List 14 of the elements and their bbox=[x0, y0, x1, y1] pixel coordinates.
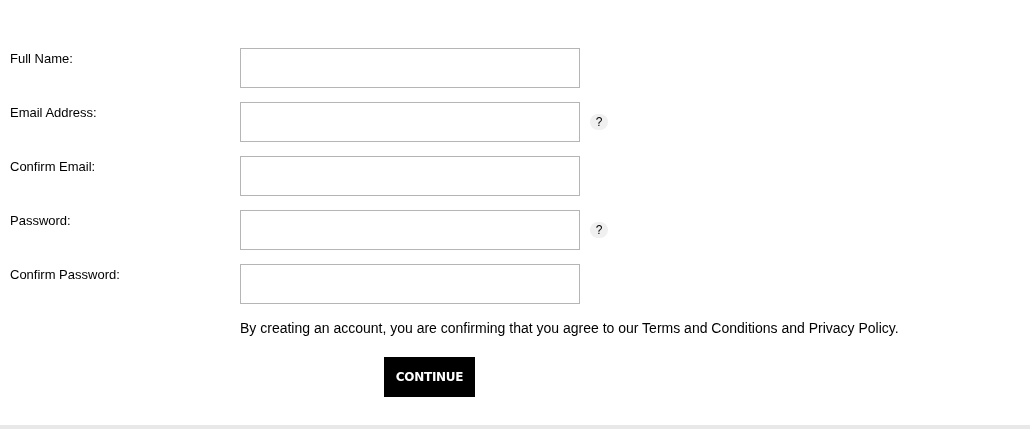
input-field[interactable] bbox=[240, 48, 580, 88]
help-badge[interactable]: ? bbox=[590, 222, 608, 238]
input-field[interactable] bbox=[240, 102, 580, 142]
field-label: Full Name: bbox=[9, 50, 74, 66]
agreement-text: By creating an account, you are confirming that you agree to our Terms and Conditions and Privacy Policy. bbox=[240, 319, 900, 337]
field-label: Password: bbox=[9, 212, 72, 228]
field-label: Confirm Email: bbox=[9, 158, 97, 174]
input-field[interactable] bbox=[240, 210, 580, 250]
field-label: Email Address: bbox=[9, 104, 98, 120]
field-label: Confirm Password: bbox=[9, 266, 121, 282]
input-field[interactable] bbox=[240, 264, 580, 304]
help-badge[interactable]: ? bbox=[590, 114, 608, 130]
input-field[interactable] bbox=[240, 156, 580, 196]
continue-button[interactable]: CONTINUE bbox=[384, 357, 475, 397]
